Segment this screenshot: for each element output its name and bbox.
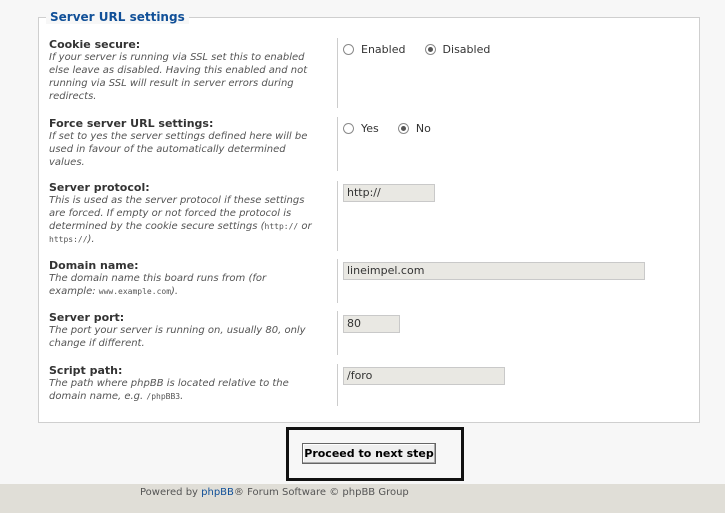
setting-term: Domain name: The domain name this board …	[49, 259, 338, 303]
server-port-desc-1: The port your server is running on, usua…	[49, 325, 306, 336]
cookie-secure-enabled-label: Enabled	[361, 43, 406, 56]
setting-row-script-path: Script path: The path where phpBB is loc…	[39, 364, 699, 406]
cookie-secure-desc-1: If your server is running via SSL set th…	[49, 52, 305, 63]
phpbb-link[interactable]: phpBB	[201, 487, 234, 498]
domain-name-desc-prefix: example:	[49, 286, 99, 297]
cookie-secure-desc-4: redirects.	[49, 91, 97, 102]
force-server-url-options: Yes No	[343, 119, 445, 138]
script-path-input[interactable]	[343, 366, 505, 385]
script-path-desc-end: .	[180, 391, 184, 402]
script-path-code: /phpBB3	[146, 392, 181, 401]
setting-row-domain-name: Domain name: The domain name this board …	[39, 259, 699, 303]
script-path-desc-1: The path where phpBB is located relative…	[49, 378, 289, 389]
script-path-label: Script path:	[49, 364, 123, 377]
force-server-url-no-label: No	[415, 122, 431, 135]
cookie-secure-desc-2: else leave as disabled. Having this enab…	[49, 65, 308, 76]
force-server-url-desc-1: If set to yes the server settings define…	[49, 131, 308, 142]
footer-prefix: Powered by	[140, 487, 202, 498]
server-port-field	[343, 312, 400, 333]
server-protocol-input[interactable]	[343, 183, 435, 202]
domain-name-desc-2: example: www.example.com).	[49, 285, 337, 298]
domain-name-desc-end: ).	[171, 286, 179, 297]
cookie-secure-enabled-radio[interactable]	[343, 44, 354, 55]
script-path-desc-2: domain name, e.g. /phpBB3.	[49, 390, 337, 403]
footer-suffix: ® Forum Software © phpBB Group	[233, 487, 409, 498]
force-server-url-yes-radio[interactable]	[343, 123, 354, 134]
cookie-secure-options: Enabled Disabled	[343, 40, 504, 59]
cookie-secure-disabled-label: Disabled	[442, 43, 491, 56]
section-legend: Server URL settings	[46, 10, 189, 24]
setting-row-server-port: Server port: The port your server is run…	[39, 311, 699, 355]
setting-term: Server port: The port your server is run…	[49, 311, 338, 355]
server-protocol-desc-end: ).	[87, 234, 95, 245]
server-protocol-desc-2: are forced. If empty or not forced the p…	[49, 208, 292, 219]
footer-text: Powered by phpBB® Forum Software © phpBB…	[140, 487, 409, 498]
proceed-button[interactable]: Proceed to next step	[302, 443, 436, 464]
setting-term: Cookie secure: If your server is running…	[49, 38, 338, 108]
force-server-url-no-option[interactable]: No	[397, 122, 431, 135]
cookie-secure-disabled-option[interactable]: Disabled	[424, 43, 491, 56]
cookie-secure-disabled-radio[interactable]	[424, 44, 436, 55]
cookie-secure-label: Cookie secure:	[49, 38, 141, 51]
force-server-url-yes-label: Yes	[361, 122, 379, 135]
force-server-url-desc-2: used in favour of the automatically dete…	[49, 144, 286, 155]
force-server-url-label: Force server URL settings:	[49, 117, 214, 130]
server-protocol-desc-3-text: determined by the cookie secure settings…	[49, 221, 265, 232]
script-path-desc-prefix: domain name, e.g.	[49, 391, 147, 402]
setting-term: Script path: The path where phpBB is loc…	[49, 364, 338, 406]
cookie-secure-enabled-option[interactable]: Enabled	[343, 43, 405, 56]
server-protocol-desc-1: This is used as the server protocol if t…	[49, 195, 305, 206]
server-protocol-code-https: https://	[49, 235, 88, 244]
setting-row-force-server-url: Force server URL settings: If set to yes…	[39, 117, 699, 171]
server-port-desc-2: change if different.	[49, 338, 145, 349]
force-server-url-yes-option[interactable]: Yes	[343, 122, 379, 135]
domain-name-desc-1: The domain name this board runs from (fo…	[49, 273, 267, 284]
server-port-input[interactable]	[343, 314, 400, 333]
domain-name-input[interactable]	[343, 261, 645, 280]
domain-name-field	[343, 259, 645, 280]
script-path-field	[343, 364, 505, 385]
setting-row-server-protocol: Server protocol: This is used as the ser…	[39, 181, 699, 251]
server-protocol-code-http: http://	[264, 222, 299, 231]
server-protocol-label: Server protocol:	[49, 181, 150, 194]
server-protocol-desc-4: https://).	[49, 233, 337, 246]
setting-row-cookie-secure: Cookie secure: If your server is running…	[39, 38, 699, 108]
setting-term: Server protocol: This is used as the ser…	[49, 181, 338, 251]
force-server-url-no-radio[interactable]	[397, 123, 409, 134]
domain-name-label: Domain name:	[49, 259, 139, 272]
force-server-url-desc-3: values.	[49, 157, 85, 168]
server-protocol-desc-3: determined by the cookie secure settings…	[49, 220, 337, 233]
server-protocol-desc-or: or	[298, 221, 312, 232]
setting-term: Force server URL settings: If set to yes…	[49, 117, 338, 171]
server-port-label: Server port:	[49, 311, 125, 324]
cookie-secure-desc-3: running via SSL will result in server er…	[49, 78, 294, 89]
server-protocol-field	[343, 181, 435, 202]
domain-name-code: www.example.com	[98, 287, 172, 296]
